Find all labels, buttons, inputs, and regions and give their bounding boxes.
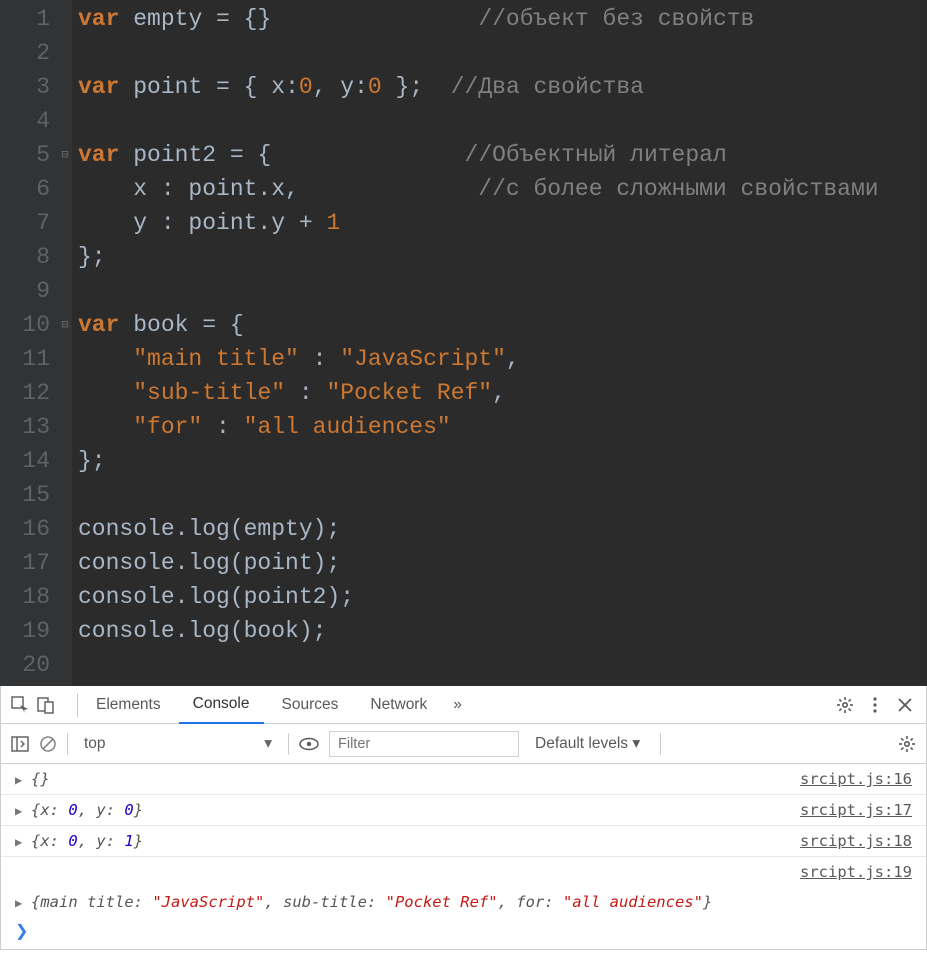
clear-console-icon[interactable] (39, 735, 57, 753)
code-line[interactable]: }; (78, 444, 879, 478)
code-line[interactable] (78, 104, 879, 138)
console-row[interactable]: ▶ {x: 0, y: 1} srcipt.js:18 (1, 826, 926, 857)
inspect-icon[interactable] (9, 694, 31, 716)
line-number: 11 (4, 342, 50, 376)
console-row[interactable]: ▶ {x: 0, y: 0} srcipt.js:17 (1, 795, 926, 826)
code-line[interactable]: }; (78, 240, 879, 274)
line-number: 14 (4, 444, 50, 478)
fold-column: ⊟⊟ (58, 0, 72, 686)
line-number: 1 (4, 2, 50, 36)
code-line[interactable]: var book = { (78, 308, 879, 342)
line-number: 3 (4, 70, 50, 104)
tab-more[interactable]: » (445, 686, 470, 724)
line-number: 13 (4, 410, 50, 444)
source-link[interactable]: srcipt.js:18 (800, 832, 912, 850)
line-number: 4 (4, 104, 50, 138)
console-settings-icon[interactable] (898, 735, 916, 753)
line-number: 10 (4, 308, 50, 342)
code-line[interactable] (78, 478, 879, 512)
expand-arrow-icon[interactable]: ▶ (15, 804, 22, 818)
chevron-down-icon: ▾ (264, 734, 272, 753)
context-label: top (84, 735, 106, 753)
line-number: 16 (4, 512, 50, 546)
line-number-gutter: 1234567891011121314151617181920 (0, 0, 58, 686)
code-line[interactable]: "for" : "all audiences" (78, 410, 879, 444)
expand-arrow-icon[interactable]: ▶ (15, 773, 22, 787)
expand-arrow-icon[interactable]: ▶ (15, 835, 22, 849)
source-link[interactable]: srcipt.js:17 (800, 801, 912, 819)
line-number: 7 (4, 206, 50, 240)
line-number: 12 (4, 376, 50, 410)
console-prompt[interactable]: ❯ (1, 917, 926, 949)
code-line[interactable] (78, 274, 879, 308)
code-line[interactable] (78, 36, 879, 70)
code-line[interactable]: "sub-title" : "Pocket Ref", (78, 376, 879, 410)
line-number: 15 (4, 478, 50, 512)
code-line[interactable]: x : point.x, //с более сложными свойства… (78, 172, 879, 206)
tab-console[interactable]: Console (179, 686, 264, 724)
console-output[interactable]: ▶ {} srcipt.js:16 ▶ {x: 0, y: 0} srcipt.js:17… (1, 764, 926, 917)
gear-icon[interactable] (832, 692, 858, 718)
console-toolbar: top ▾ Default levels ▾ (1, 724, 926, 764)
live-expression-icon[interactable] (299, 737, 319, 751)
kebab-icon[interactable] (862, 692, 888, 718)
code-editor[interactable]: 1234567891011121314151617181920 ⊟⊟ var e… (0, 0, 927, 686)
code-line[interactable]: "main title" : "JavaScript", (78, 342, 879, 376)
sidebar-toggle-icon[interactable] (11, 736, 29, 752)
source-link[interactable]: srcipt.js:19 (800, 863, 912, 881)
device-toggle-icon[interactable] (35, 694, 57, 716)
fold-toggle-icon[interactable]: ⊟ (58, 138, 72, 172)
code-line[interactable]: var point2 = { //Объектный литерал (78, 138, 879, 172)
code-line[interactable]: console.log(book); (78, 614, 879, 648)
line-number: 6 (4, 172, 50, 206)
code-line[interactable]: console.log(empty); (78, 512, 879, 546)
code-line[interactable] (78, 648, 879, 682)
console-message: {x: 0, y: 1} (31, 832, 143, 850)
console-row[interactable]: ▶ {} srcipt.js:16 (1, 764, 926, 795)
code-line[interactable]: y : point.y + 1 (78, 206, 879, 240)
expand-arrow-icon[interactable]: ▶ (15, 896, 22, 910)
source-link[interactable]: srcipt.js:16 (800, 770, 912, 788)
tab-elements[interactable]: Elements (82, 686, 175, 724)
console-message: {main title: "JavaScript", sub-title: "P… (31, 893, 712, 911)
console-message: {x: 0, y: 0} (31, 801, 143, 819)
code-line[interactable]: console.log(point); (78, 546, 879, 580)
context-selector[interactable]: top ▾ (78, 734, 278, 753)
fold-toggle-icon[interactable]: ⊟ (58, 308, 72, 342)
devtools-tab-bar: Elements Console Sources Network » (1, 686, 926, 724)
line-number: 8 (4, 240, 50, 274)
line-number: 17 (4, 546, 50, 580)
tab-sources[interactable]: Sources (268, 686, 353, 724)
line-number: 20 (4, 648, 50, 682)
line-number: 5 (4, 138, 50, 172)
code-line[interactable]: var empty = {} //объект без свойств (78, 2, 879, 36)
devtools-panel: Elements Console Sources Network » top ▾ (0, 686, 927, 950)
console-message: {} (31, 770, 50, 788)
log-levels-selector[interactable]: Default levels ▾ (535, 734, 640, 753)
line-number: 9 (4, 274, 50, 308)
code-line[interactable]: console.log(point2); (78, 580, 879, 614)
close-icon[interactable] (892, 692, 918, 718)
line-number: 2 (4, 36, 50, 70)
code-area[interactable]: var empty = {} //объект без свойств var p… (72, 0, 879, 686)
console-row[interactable]: ▶ {main title: "JavaScript", sub-title: "… (1, 887, 926, 917)
console-row[interactable]: srcipt.js:19 (1, 857, 926, 887)
line-number: 18 (4, 580, 50, 614)
code-line[interactable]: var point = { x:0, y:0 }; //Два свойства (78, 70, 879, 104)
tab-network[interactable]: Network (356, 686, 441, 724)
filter-input[interactable] (329, 731, 519, 757)
line-number: 19 (4, 614, 50, 648)
